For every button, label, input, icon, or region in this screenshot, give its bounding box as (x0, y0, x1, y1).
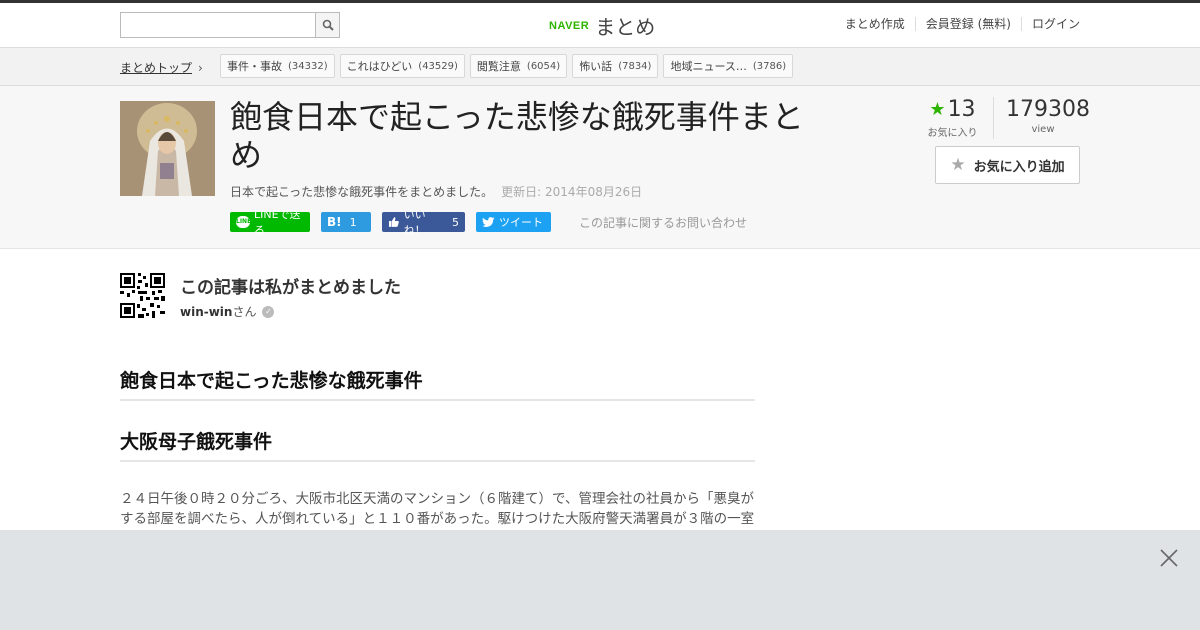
close-icon[interactable] (1158, 547, 1180, 569)
article-description: 日本で起こった悲惨な餓死事件をまとめました。 更新日: 2014年08月26日 (230, 183, 642, 200)
category-count: (7834) (618, 60, 652, 72)
category-tag[interactable]: 怖い話 (7834) (572, 54, 659, 78)
line-share-label: LINEで送る (254, 208, 301, 237)
updated-date: 更新日: 2014年08月26日 (501, 185, 643, 199)
favorites-label: お気に入り (927, 128, 978, 139)
author-name-row: win-winさん ✓ (180, 303, 275, 320)
verified-check-icon: ✓ (262, 305, 275, 318)
star-icon: ★ (929, 99, 946, 120)
category-label: 地域ニュース… (670, 60, 747, 73)
author-heading: この記事は私がまとめました (180, 278, 401, 298)
author-suffix: さん (232, 305, 257, 319)
hatena-bookmark-button[interactable]: B! 1 (321, 212, 371, 232)
facebook-like-count: 5 (452, 215, 459, 229)
add-favorite-label: お気に入り追加 (973, 159, 1065, 175)
breadcrumb: まとめトップ › (120, 59, 203, 76)
category-tags: 事件・事故 (34332) これはひどい (43529) 閲覧注意 (6054) 怖い… (220, 54, 794, 78)
facebook-like-button[interactable]: いいね！ 5 (382, 208, 465, 237)
category-label: 閲覧注意 (476, 60, 521, 73)
article-thumbnail[interactable] (120, 101, 215, 196)
category-label: これはひどい (346, 60, 413, 73)
register-link[interactable]: 会員登録 (無料) (914, 17, 1021, 31)
category-label: 事件・事故 (227, 60, 282, 73)
contact-link[interactable]: この記事に関するお問い合わせ (579, 214, 747, 231)
article-content: 飽食日本で起こった悲惨な餓死事件 大阪母子餓死事件 ２４日午後０時２０分ごろ、大… (120, 366, 755, 549)
search-button[interactable] (315, 12, 340, 38)
qr-code-icon (120, 273, 165, 318)
description-text: 日本で起こった悲惨な餓死事件をまとめました。 (230, 185, 494, 199)
section-heading: 大阪母子餓死事件 (120, 427, 755, 462)
add-favorite-button[interactable]: ★ お気に入り追加 (935, 146, 1080, 184)
hatena-count: 1 (349, 215, 357, 229)
author-name[interactable]: win-win (180, 305, 232, 319)
tweet-button[interactable]: ツイート (476, 212, 551, 232)
article-title: 飽食日本で起こった悲惨な餓死事件まとめ (230, 98, 804, 174)
section-heading: 飽食日本で起こった悲惨な餓死事件 (120, 366, 755, 401)
category-tag[interactable]: 事件・事故 (34332) (220, 54, 335, 78)
star-outline-icon: ★ (950, 155, 966, 175)
search-form (120, 12, 340, 38)
chevron-right-icon: › (198, 60, 203, 75)
breadcrumb-matome-top[interactable]: まとめトップ (120, 59, 192, 76)
top-bar: NAVER まとめ まとめ作成 会員登録 (無料) ログイン (0, 0, 1200, 48)
line-icon: LINE (236, 216, 251, 228)
create-matome-link[interactable]: まとめ作成 (835, 17, 915, 31)
search-input[interactable] (120, 12, 315, 38)
twitter-bird-icon (482, 216, 495, 227)
ad-overlay (0, 530, 1200, 630)
views-count: 179308 (1006, 97, 1090, 122)
category-bar: まとめトップ › 事件・事故 (34332) これはひどい (43529) 閲覧注意… (0, 48, 1200, 86)
facebook-like-label: いいね！ (403, 208, 426, 237)
category-tag[interactable]: これはひどい (43529) (339, 54, 465, 78)
naver-logo-text: NAVER (549, 19, 590, 32)
matome-logo-text: まとめ (595, 15, 656, 39)
search-icon (322, 19, 334, 31)
category-count: (6054) (526, 60, 561, 72)
hatena-icon: B! (327, 215, 342, 229)
article-stats: ★ 13 お気に入り 179308 view (920, 97, 1090, 139)
tweet-label: ツイート (499, 216, 543, 229)
category-count: (3786) (752, 60, 787, 72)
favorites-stat: ★ 13 お気に入り (920, 97, 994, 139)
views-stat: 179308 view (994, 97, 1090, 139)
login-link[interactable]: ログイン (1020, 17, 1080, 31)
thumbs-up-icon (388, 217, 399, 227)
line-share-button[interactable]: LINE LINEで送る (230, 208, 310, 237)
site-logo[interactable]: NAVER まとめ (549, 11, 655, 40)
article-header: 飽食日本で起こった悲惨な餓死事件まとめ 日本で起こった悲惨な餓死事件をまとめまし… (0, 86, 1200, 249)
category-count: (43529) (418, 60, 458, 72)
top-links: まとめ作成 会員登録 (無料) ログイン (835, 17, 1080, 31)
category-tag[interactable]: 地域ニュース… (3786) (663, 54, 794, 78)
category-count: (34332) (288, 60, 328, 72)
favorites-count: 13 (947, 97, 976, 122)
category-label: 怖い話 (579, 60, 613, 73)
views-label: view (1031, 124, 1055, 135)
social-buttons: LINE LINEで送る B! 1 いいね！ 5 ツイート この記事に関するお問… (230, 208, 747, 237)
category-tag[interactable]: 閲覧注意 (6054) (469, 54, 568, 78)
